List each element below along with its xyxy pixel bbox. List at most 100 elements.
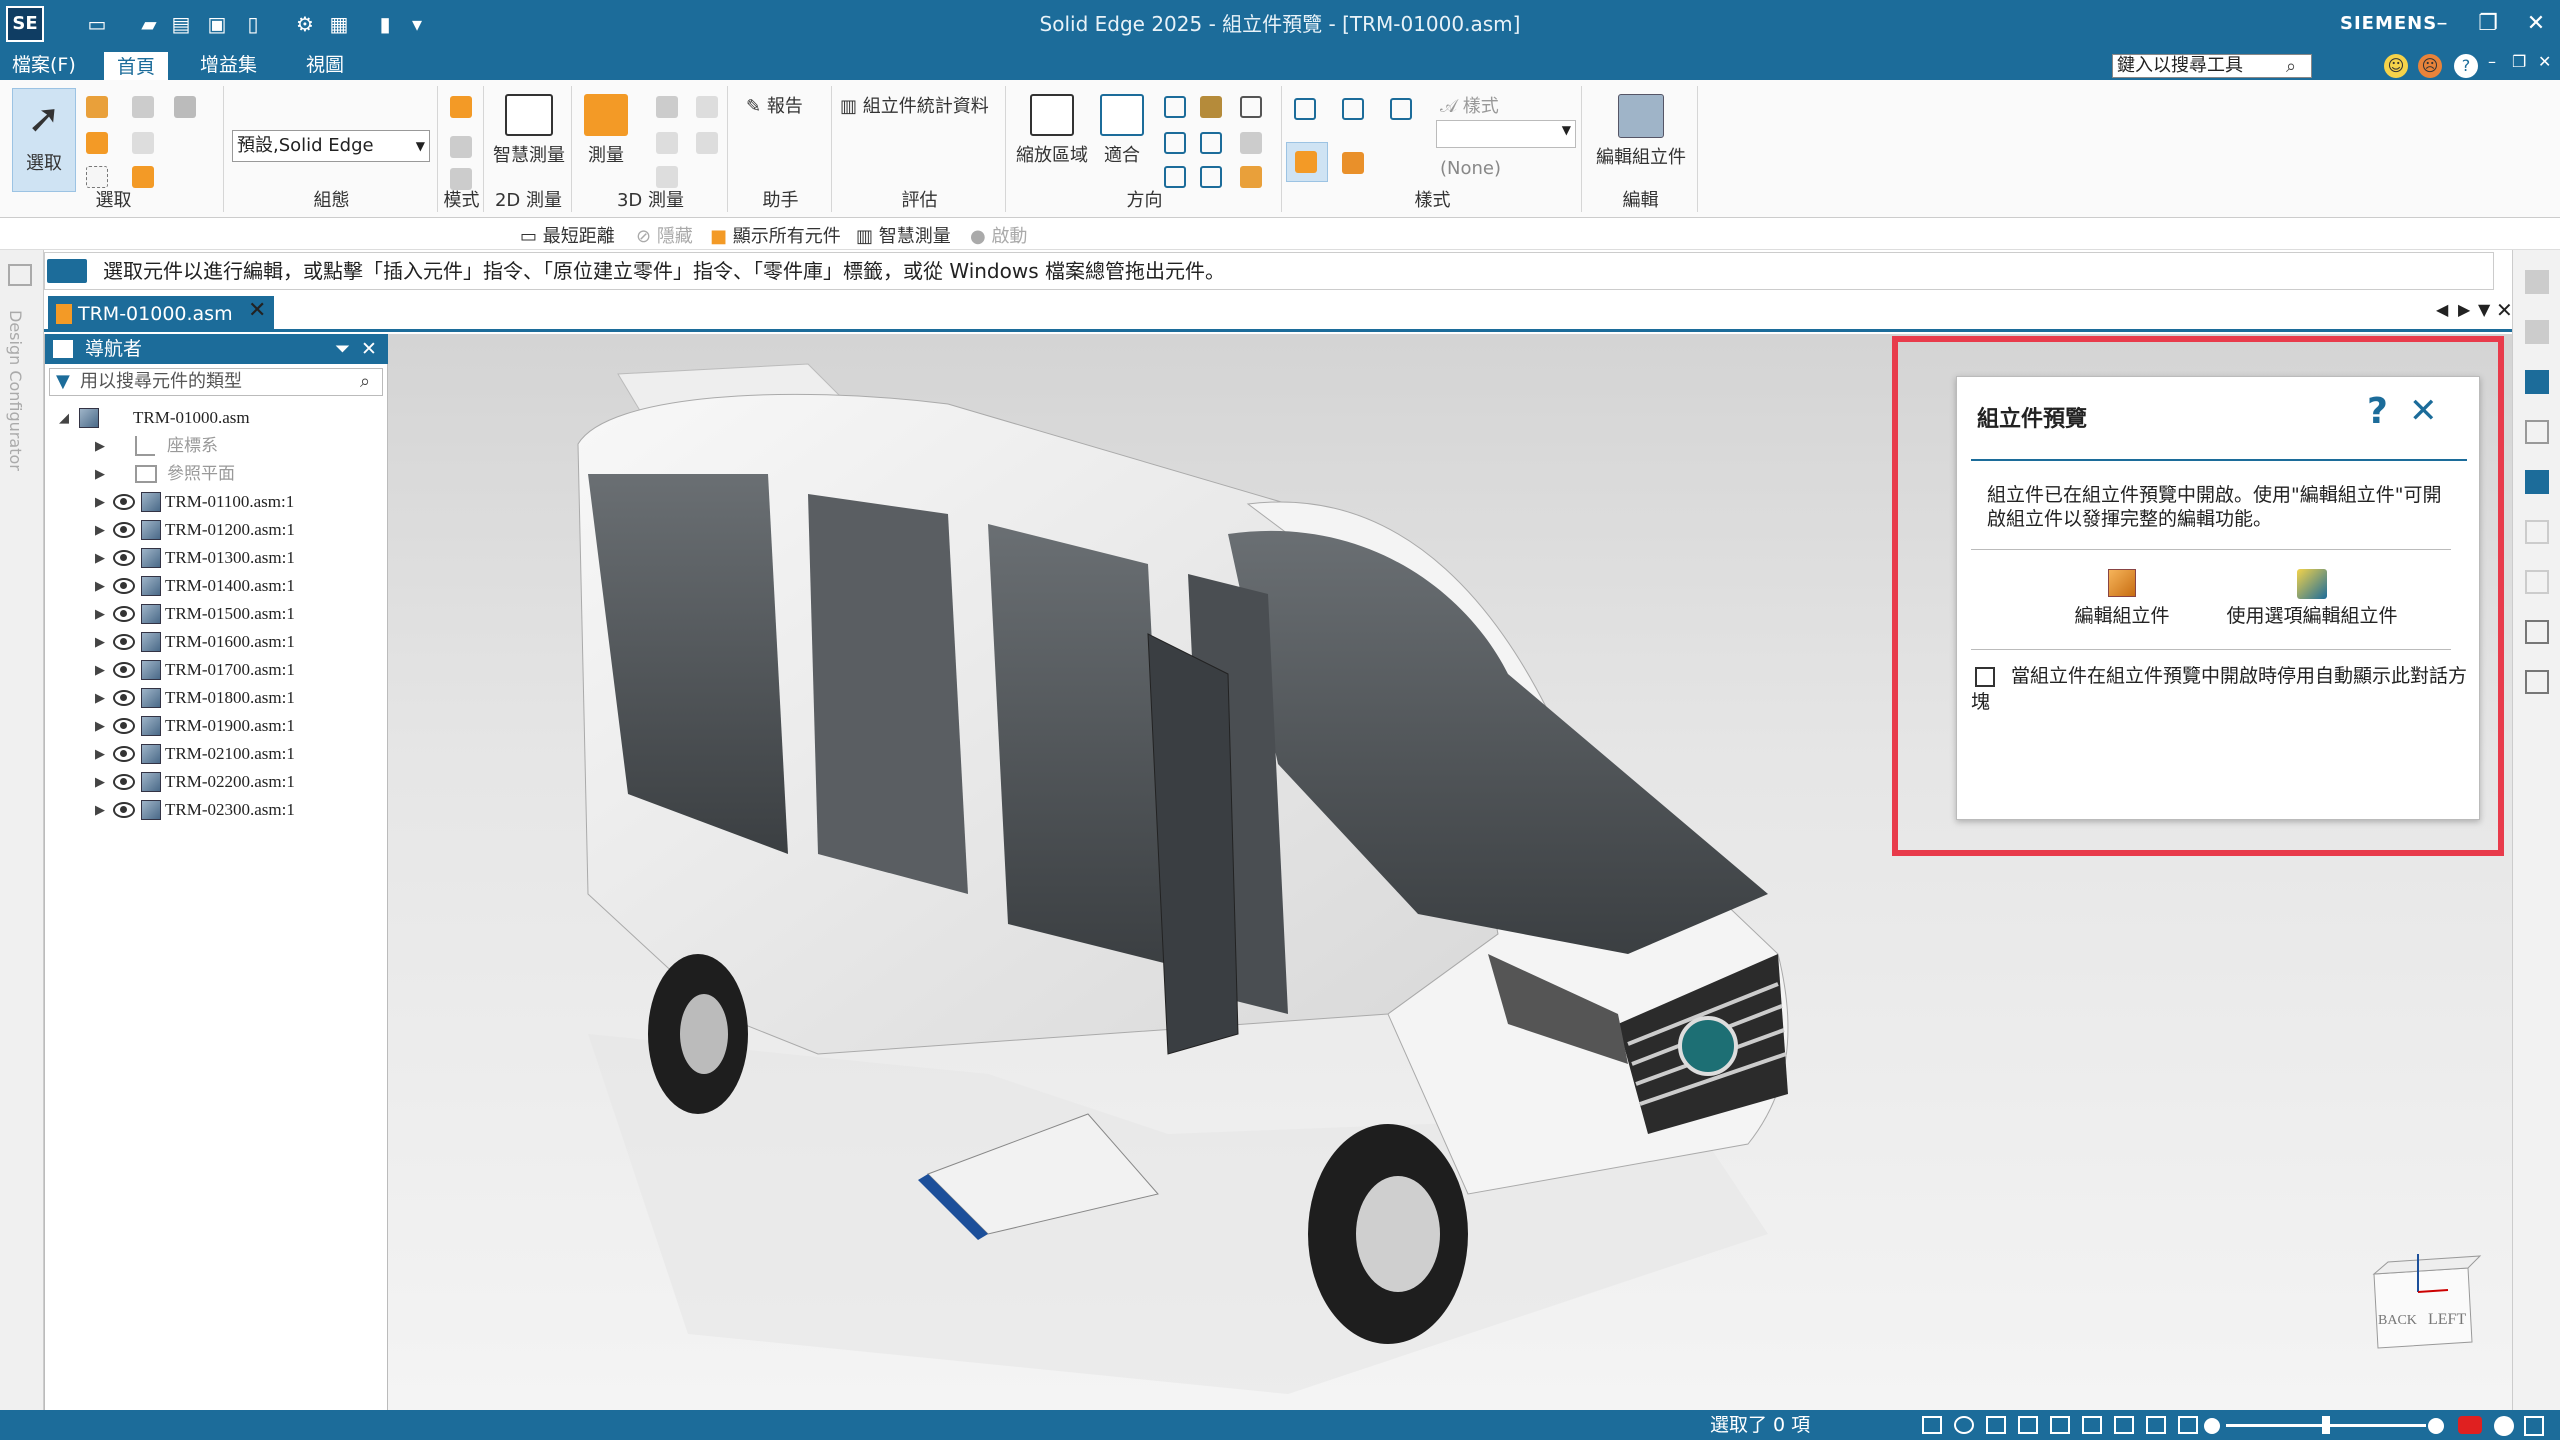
restore-doc-icon[interactable]: ❐ — [2512, 52, 2526, 71]
expand-icon[interactable]: ▶ — [95, 796, 109, 824]
expand-icon[interactable]: ▶ — [95, 768, 109, 796]
none-style-value[interactable]: (None) — [1440, 158, 1501, 179]
visibility-eye-icon[interactable] — [113, 522, 135, 538]
pan-status-icon[interactable] — [2018, 1416, 2038, 1434]
visibility-eye-icon[interactable] — [113, 802, 135, 818]
visibility-eye-icon[interactable] — [113, 606, 135, 622]
activate-button[interactable]: ● 啟動 — [970, 222, 1027, 248]
layers-icon[interactable] — [2525, 320, 2549, 344]
tree-coord-system[interactable]: ▶ 座標系 — [45, 432, 385, 460]
fit-button[interactable]: 適合 — [1094, 90, 1150, 167]
select-tools-icon[interactable] — [2525, 520, 2549, 544]
tree-item[interactable]: ▶ TRM-02200.asm:1 — [45, 768, 385, 796]
minimize-icon[interactable]: – — [2420, 0, 2464, 48]
design-configurator-tab[interactable]: Design Configurator — [6, 310, 25, 471]
expand-icon[interactable]: ▶ — [95, 544, 109, 572]
select-filter-icon[interactable] — [132, 96, 154, 118]
save-icon[interactable]: ▤ — [168, 10, 194, 38]
close-all-icon[interactable]: ✕ — [2496, 298, 2513, 322]
tree-item[interactable]: ▶ TRM-01200.asm:1 — [45, 516, 385, 544]
tree-item[interactable]: ▶ TRM-01300.asm:1 — [45, 544, 385, 572]
visibility-eye-icon[interactable] — [113, 746, 135, 762]
dialog-help-icon[interactable]: ? — [2367, 391, 2388, 432]
refresh-icon[interactable] — [1164, 166, 1186, 188]
tree-item[interactable]: ▶ TRM-01800.asm:1 — [45, 684, 385, 712]
spin-status-icon[interactable] — [2082, 1416, 2102, 1434]
shaded-style-button[interactable] — [1286, 142, 1328, 182]
assembly-stats-button[interactable]: ▥ 組立件統計資料 — [840, 92, 989, 118]
zoom-in-icon[interactable] — [2428, 1418, 2444, 1434]
help-icon[interactable]: ? — [2454, 54, 2478, 78]
select-region-icon[interactable] — [86, 166, 108, 188]
stack-icon[interactable] — [2525, 620, 2549, 644]
named-view-icon[interactable] — [1240, 166, 1262, 188]
shortest-distance-button[interactable]: ▭ 最短距離 — [520, 222, 615, 248]
smart-measure-button[interactable]: 智慧測量 — [490, 90, 568, 167]
spin-icon[interactable] — [1200, 132, 1222, 154]
customize-chevron-icon[interactable]: ▾ — [404, 10, 430, 38]
expand-icon[interactable]: ▶ — [95, 684, 109, 712]
expand-icon[interactable]: ▶ — [95, 628, 109, 656]
tree-item[interactable]: ▶ TRM-02300.asm:1 — [45, 796, 385, 824]
select-pointer-icon[interactable] — [132, 132, 154, 154]
tree-item[interactable]: ▶ TRM-01700.asm:1 — [45, 656, 385, 684]
config-dropdown[interactable]: 預設,Solid Edge ▼ — [232, 130, 430, 162]
screen-icon[interactable] — [2524, 1416, 2544, 1436]
expand-icon[interactable]: ▶ — [95, 572, 109, 600]
edit-assembly-button[interactable]: 編輯組立件 — [1586, 90, 1696, 169]
named-view-status-icon[interactable] — [2146, 1416, 2166, 1434]
tree-ref-planes[interactable]: ▶ 參照平面 — [45, 460, 385, 488]
report-button[interactable]: ✎ 報告 — [746, 92, 803, 118]
tab-next-icon[interactable]: ▶ — [2458, 300, 2470, 319]
app-logo[interactable]: SE — [6, 6, 44, 42]
tree-item[interactable]: ▶ TRM-01900.asm:1 — [45, 712, 385, 740]
view-cube[interactable]: BACK LEFT — [2372, 1254, 2482, 1349]
search-icon[interactable]: ⌕ — [2286, 56, 2306, 77]
edit-assembly-dialog-button[interactable]: 編輯組立件 — [2057, 569, 2187, 628]
expand-icon[interactable]: ▶ — [95, 516, 109, 544]
wireframe-cube-icon[interactable] — [1294, 98, 1316, 120]
tree-item[interactable]: ▶ TRM-01100.asm:1 — [45, 488, 385, 516]
dialog-close-icon[interactable]: ✕ — [2409, 391, 2438, 431]
zoom-status-icon[interactable] — [1954, 1416, 1974, 1434]
rotate-status-icon[interactable] — [2050, 1416, 2070, 1434]
rotate-icon[interactable] — [1164, 132, 1186, 154]
page-icon[interactable]: ▯ — [240, 10, 266, 38]
outline-cube-icon[interactable] — [1390, 98, 1412, 120]
print-icon[interactable]: ▣ — [204, 10, 230, 38]
grid-icon[interactable] — [2525, 470, 2549, 494]
zoom-area-status-icon[interactable] — [1922, 1416, 1942, 1434]
view-icon[interactable] — [1240, 96, 1262, 118]
expand-icon[interactable]: ▶ — [95, 712, 109, 740]
document-tab[interactable]: TRM-01000.asm — [48, 296, 274, 332]
bookmark-icon[interactable]: ▮ — [372, 10, 398, 38]
measure-button[interactable]: 測量 — [576, 90, 636, 167]
tab-close-icon[interactable]: ✕ — [248, 298, 266, 323]
visibility-eye-icon[interactable] — [113, 634, 135, 650]
close-doc-icon[interactable]: ✕ — [2538, 52, 2551, 71]
select-box-icon[interactable] — [86, 132, 108, 154]
mode-part-icon[interactable] — [450, 96, 472, 118]
expand-icon[interactable]: ◢ — [59, 404, 73, 432]
tools-icon[interactable] — [2525, 370, 2549, 394]
window-icon[interactable]: ▦ — [326, 10, 352, 38]
views-status-icon[interactable] — [2114, 1416, 2134, 1434]
tree-item[interactable]: ▶ TRM-01500.asm:1 — [45, 600, 385, 628]
expand-icon[interactable]: ▶ — [95, 432, 109, 460]
menu-home[interactable]: 首頁 — [104, 50, 168, 80]
expand-icon[interactable]: ▶ — [95, 656, 109, 684]
views-icon[interactable] — [2525, 420, 2549, 444]
display-status-icon[interactable] — [2178, 1416, 2198, 1434]
visibility-eye-icon[interactable] — [113, 690, 135, 706]
expand-icon[interactable]: ▶ — [95, 460, 109, 488]
visibility-eye-icon[interactable] — [113, 550, 135, 566]
measure-pencil-icon[interactable] — [696, 96, 718, 118]
measure-line-icon[interactable] — [656, 132, 678, 154]
expand-icon[interactable]: ▶ — [95, 740, 109, 768]
tree-item[interactable]: ▶ TRM-02100.asm:1 — [45, 740, 385, 768]
style-dropdown[interactable]: ▼ — [1436, 120, 1576, 148]
auto-show-checkbox[interactable] — [1975, 667, 1995, 687]
new-file-icon[interactable]: ▭ — [84, 10, 110, 38]
parts-library-icon[interactable] — [2525, 270, 2549, 294]
smile-icon[interactable]: ☺ — [2384, 54, 2408, 78]
